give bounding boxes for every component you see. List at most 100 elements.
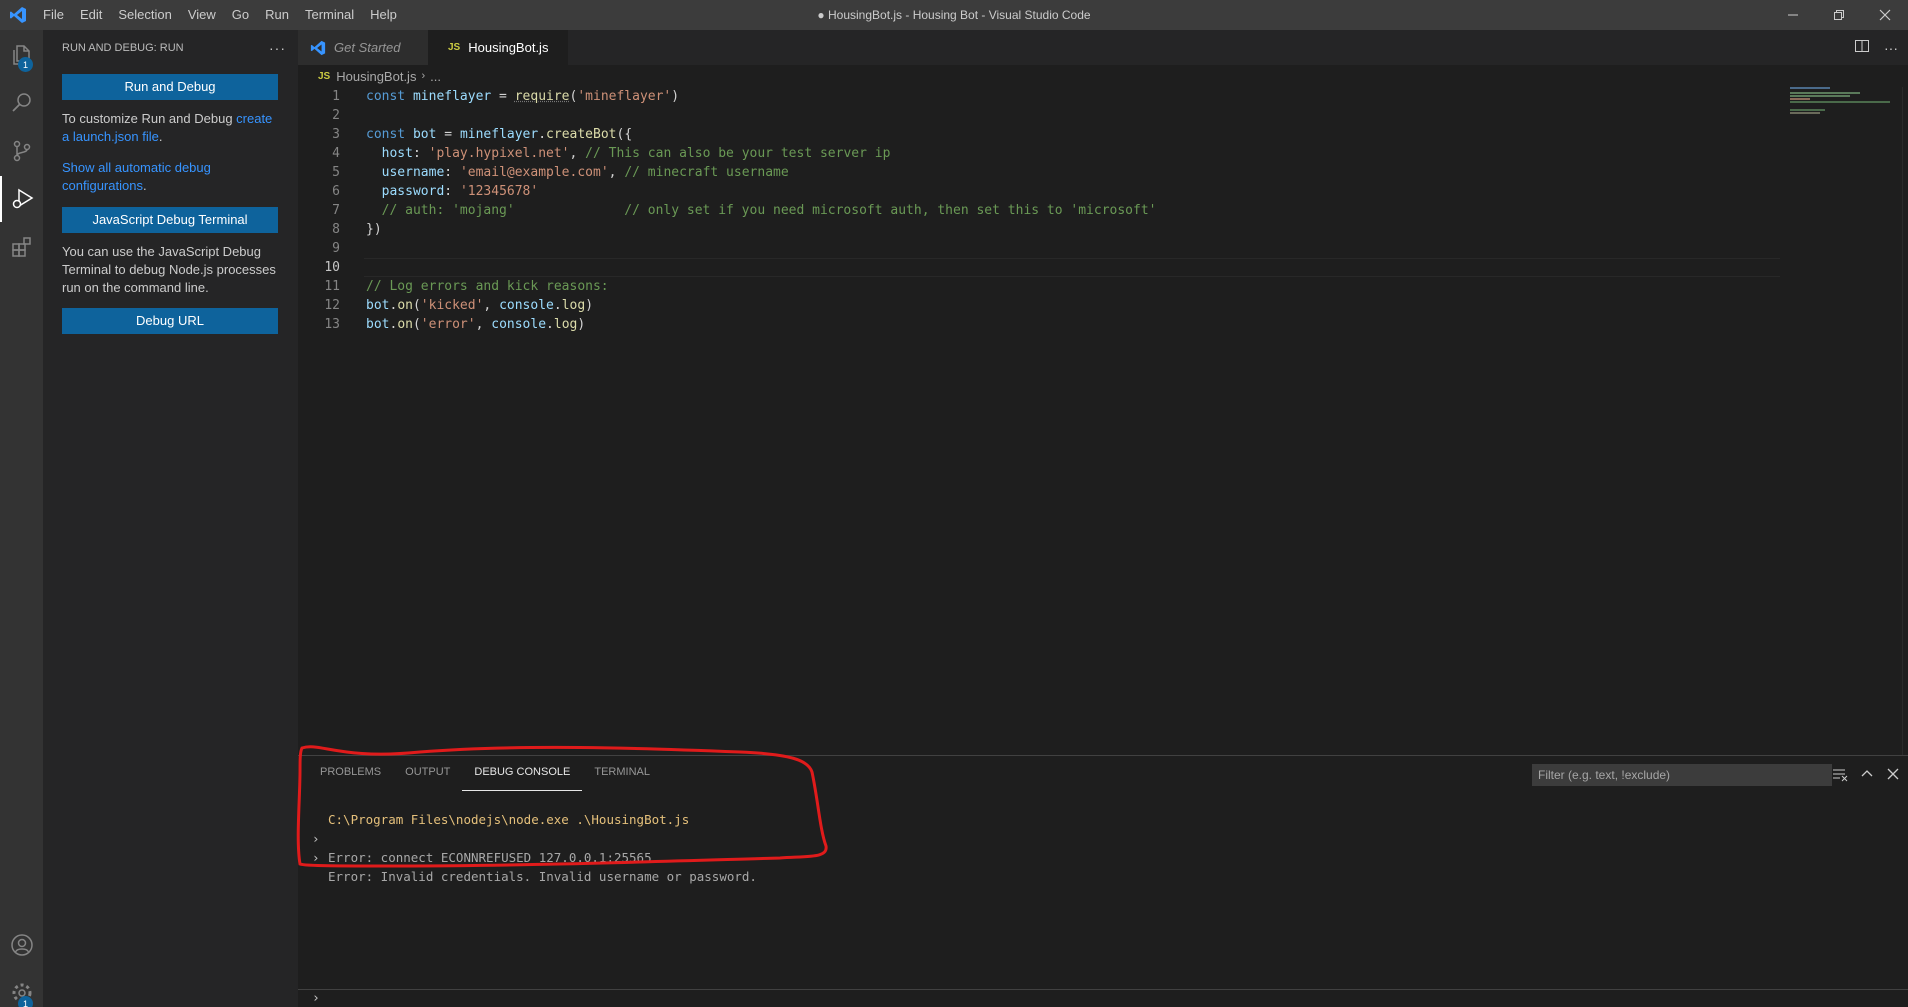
code-token: , xyxy=(483,298,500,313)
console-filter-input[interactable] xyxy=(1532,764,1832,786)
js-file-icon: JS xyxy=(448,42,461,53)
vscode-logo-icon xyxy=(0,0,35,30)
customize-text: To customize Run and Debug create a laun… xyxy=(62,110,278,146)
breadcrumb-file[interactable]: HousingBot.js xyxy=(336,69,416,84)
customize-end: . xyxy=(158,129,163,144)
line-number: 1 xyxy=(332,89,340,104)
code-token: host xyxy=(366,146,413,161)
tab-debug-console[interactable]: DEBUG CONSOLE xyxy=(462,756,583,791)
code-token: : xyxy=(444,184,460,199)
line-number: 5 xyxy=(332,165,340,180)
run-and-debug-button[interactable]: Run and Debug xyxy=(62,74,278,100)
line-number: 13 xyxy=(324,317,340,332)
js-terminal-description: You can use the JavaScript Debug Termina… xyxy=(62,244,276,295)
code-token: createBot xyxy=(546,127,617,142)
code-token: 'play.hypixel.net' xyxy=(428,146,570,161)
close-panel-icon[interactable] xyxy=(1886,767,1900,784)
menu-help[interactable]: Help xyxy=(362,0,405,30)
code-line: 3 const bot = mineflayer.createBot({ xyxy=(298,125,1782,144)
code-token: // Log errors and kick reasons: xyxy=(366,279,609,294)
code-token: on xyxy=(397,298,413,313)
code-token: , xyxy=(608,165,625,180)
show-debug-configurations-link[interactable]: Show all automatic debug configurations xyxy=(62,160,211,193)
code-token: }) xyxy=(366,222,382,237)
sidebar-title: RUN AND DEBUG: RUN xyxy=(62,41,184,54)
console-command: C:\Program Files\nodejs\node.exe .\Housi… xyxy=(328,812,690,827)
console-repl-input[interactable]: › xyxy=(298,989,1908,1007)
code-token: = xyxy=(436,127,460,142)
menu-selection[interactable]: Selection xyxy=(110,0,179,30)
line-number: 4 xyxy=(332,146,340,161)
console-error-text: Error: connect ECONNREFUSED 127.0.0.1:25… xyxy=(328,850,652,865)
run-debug-icon[interactable] xyxy=(0,176,43,222)
code-token: 'email@example.com' xyxy=(459,165,609,180)
menu-run[interactable]: Run xyxy=(257,0,297,30)
minimize-icon[interactable] xyxy=(1770,0,1816,30)
tab-problems[interactable]: PROBLEMS xyxy=(308,756,393,791)
editor-scrollbar[interactable] xyxy=(1902,87,1908,755)
menu-file[interactable]: File xyxy=(35,0,72,30)
code-editor[interactable]: 1 const mineflayer = require ('mineflayer'… xyxy=(298,87,1908,755)
code-token: ({ xyxy=(616,127,633,142)
code-token: password xyxy=(366,184,445,199)
more-actions-icon[interactable]: ··· xyxy=(269,40,286,56)
menu-edit[interactable]: Edit xyxy=(72,0,110,30)
minimap[interactable] xyxy=(1790,87,1900,127)
console-error-row[interactable]: › Error: connect ECONNREFUSED 127.0.0.1:… xyxy=(298,810,652,865)
extensions-icon[interactable] xyxy=(0,224,43,270)
window-controls xyxy=(1770,0,1908,30)
source-control-icon[interactable] xyxy=(0,128,43,174)
run-debug-sidebar: RUN AND DEBUG: RUN ··· Run and Debug To … xyxy=(43,30,298,1007)
code-token: // This can also be your test server ip xyxy=(585,146,891,161)
menu-view[interactable]: View xyxy=(180,0,224,30)
search-icon[interactable] xyxy=(0,80,43,126)
code-token: // auth: 'mojang' // only set if you nee… xyxy=(366,203,1157,218)
chevron-right-icon[interactable]: › xyxy=(312,848,320,867)
restore-icon[interactable] xyxy=(1816,0,1862,30)
code-line: 10 xyxy=(298,258,1782,277)
menu-bar: File Edit Selection View Go Run Terminal… xyxy=(35,0,405,30)
line-number: 10 xyxy=(324,260,340,275)
line-number: 3 xyxy=(332,127,340,142)
panel-tabs: PROBLEMS OUTPUT DEBUG CONSOLE TERMINAL xyxy=(308,756,662,791)
js-debug-terminal-button[interactable]: JavaScript Debug Terminal xyxy=(62,207,278,233)
code-line: 2 xyxy=(298,106,1782,125)
settings-gear-icon[interactable]: 1 xyxy=(0,970,43,1007)
line-number: 7 xyxy=(332,203,340,218)
code-line: 12 bot.on('kicked', console.log) xyxy=(298,296,1782,315)
code-token: require xyxy=(514,89,570,104)
code-token: . xyxy=(553,298,562,313)
line-number: 8 xyxy=(332,222,340,237)
tab-get-started[interactable]: Get Started xyxy=(298,30,428,65)
code-token: // minecraft username xyxy=(624,165,789,180)
explorer-icon[interactable]: 1 xyxy=(0,32,43,78)
tab-housingbot[interactable]: JS HousingBot.js xyxy=(428,30,568,65)
split-editor-icon[interactable] xyxy=(1854,38,1870,57)
more-editor-actions-icon[interactable]: ··· xyxy=(1884,40,1898,56)
debug-url-button[interactable]: Debug URL xyxy=(62,308,278,334)
code-token: console xyxy=(499,298,554,313)
tab-terminal[interactable]: TERMINAL xyxy=(582,756,662,791)
chevron-right-icon: › xyxy=(312,991,320,1006)
clear-console-icon[interactable] xyxy=(1832,766,1848,785)
code-line: 4 host: 'play.hypixel.net', // This can … xyxy=(298,144,1782,163)
code-line: 1 const mineflayer = require('mineflayer'… xyxy=(298,87,1782,106)
editor-tabs: Get Started JS HousingBot.js xyxy=(298,30,1908,65)
line-number: 2 xyxy=(332,108,340,123)
console-error-row[interactable]: › Error: Invalid credentials. Invalid us… xyxy=(298,829,757,884)
menu-terminal[interactable]: Terminal xyxy=(297,0,362,30)
code-token: ) xyxy=(585,298,594,313)
js-file-icon: JS xyxy=(318,70,331,82)
line-number: 11 xyxy=(324,279,340,294)
breadcrumb-symbol[interactable]: ... xyxy=(430,69,441,84)
menu-go[interactable]: Go xyxy=(224,0,257,30)
tab-output[interactable]: OUTPUT xyxy=(393,756,462,791)
close-window-icon[interactable] xyxy=(1862,0,1908,30)
console-command-line: C:\Program Files\nodejs\node.exe .\Housi… xyxy=(298,791,689,827)
panel-actions xyxy=(1832,764,1900,786)
code-line: 11 // Log errors and kick reasons: xyxy=(298,277,1782,296)
customize-label: To customize Run and Debug xyxy=(62,111,237,126)
account-icon[interactable] xyxy=(0,922,43,968)
maximize-panel-icon[interactable] xyxy=(1860,767,1874,784)
code-line: 13 bot.on('error', console.log) xyxy=(298,315,1782,334)
